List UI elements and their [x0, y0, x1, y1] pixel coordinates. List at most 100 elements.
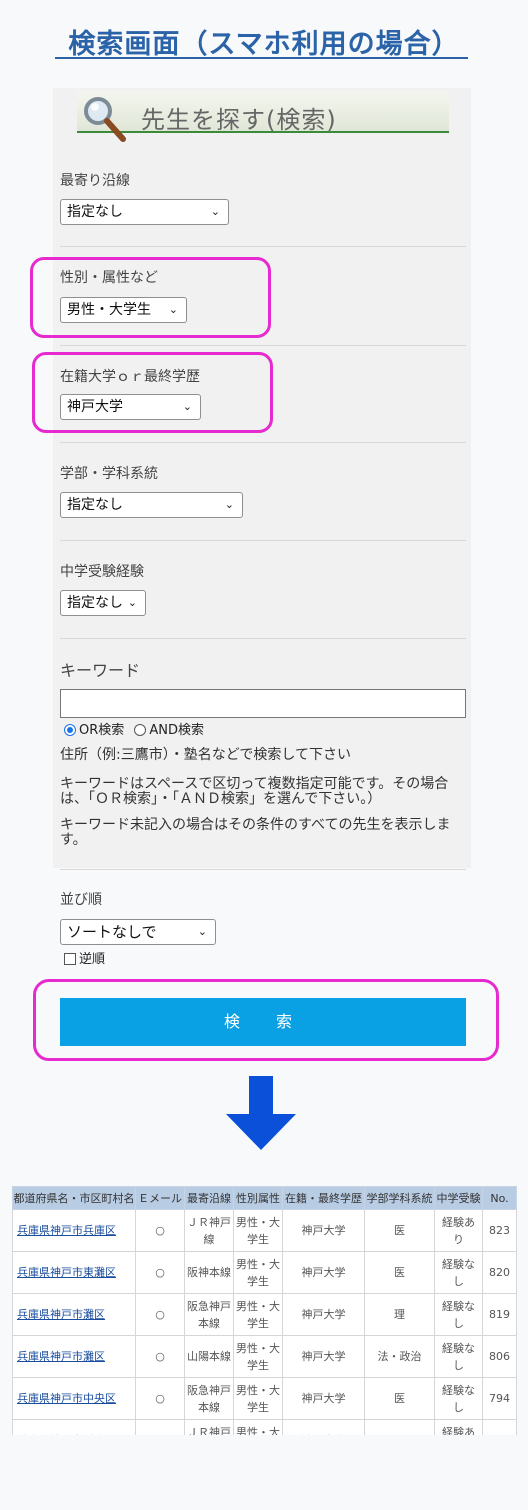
cell-location[interactable]: 兵庫県神戸市灘区	[12, 1293, 136, 1336]
table-row[interactable]: 兵庫県神戸市灘区 ○ 山陽本線 男性・大学生 神戸大学 法・政治 経験なし 806	[12, 1335, 517, 1378]
cell-exam: 経験なし	[434, 1335, 483, 1378]
exam-label: 中学受験経験	[60, 564, 144, 580]
col-header-number: No.	[482, 1186, 517, 1210]
keyword-note-address: 住所（例:三鷹市）・塾名などで検索して下さい	[60, 747, 352, 763]
cell-university: 神戸大学	[282, 1377, 365, 1420]
cell-university: 神戸大学	[282, 1209, 365, 1252]
highlight-university	[32, 352, 273, 433]
divider	[60, 246, 466, 247]
cell-location[interactable]: 兵庫県神戸市中央区	[12, 1377, 136, 1420]
keyword-note-multiple: キーワードはスペースで区切って複数指定可能です。その場合は、「ＯＲ検索」・「ＡＮ…	[60, 776, 449, 807]
cell-location[interactable]: 兵庫県神戸市兵庫区	[12, 1209, 136, 1252]
cell-line: 山陽本線	[184, 1335, 234, 1378]
cell-faculty: 理	[364, 1293, 435, 1336]
or-radio[interactable]	[64, 724, 76, 736]
page-bottom	[0, 1435, 528, 1510]
banner-title: 先生を探す(検索)	[141, 106, 337, 134]
divider	[60, 442, 466, 443]
keyword-label: キーワード	[60, 661, 141, 680]
and-radio[interactable]	[134, 724, 147, 736]
cell-number: 806	[482, 1335, 517, 1378]
keyword-input[interactable]	[60, 689, 466, 718]
cell-university: 神戸大学	[282, 1335, 365, 1378]
table-header-row: 都道府県名・市区町村名 Ｅメール 最寄沿線 性別属性 在籍・最終学歴 学部学科系…	[12, 1186, 517, 1210]
table-row[interactable]: 兵庫県神戸市兵庫区 ○ ＪＲ神戸線 男性・大学生 神戸大学医経験あり 823	[12, 1209, 517, 1252]
reverse-order-label[interactable]: 逆順	[79, 952, 105, 967]
university-label: 在籍大学ｏｒ最終学歴	[60, 369, 200, 385]
page-title: 検索画面（スマホ利用の場合）	[68, 29, 460, 60]
cell-email: ○	[135, 1293, 185, 1336]
table-row[interactable]: 兵庫県神戸市灘区 ○ 阪急神戸本線 男性・大学生 神戸大学理経験なし 819	[12, 1293, 517, 1336]
cell-university: 神戸大学	[282, 1293, 365, 1336]
cell-line: 阪急神戸本線	[184, 1377, 234, 1420]
exam-select[interactable]: 指定なし ⌄	[60, 590, 146, 616]
cell-exam: 経験なし	[434, 1377, 483, 1420]
col-header-exam: 中学受験	[434, 1186, 483, 1210]
sort-select[interactable]: ソートなしで ⌄	[60, 919, 216, 945]
gender-label: 性別・属性など	[60, 270, 158, 286]
chevron-down-icon: ⌄	[197, 925, 207, 938]
gender-select[interactable]: 男性・大学生 ⌄	[60, 297, 187, 323]
cell-location[interactable]: 兵庫県神戸市東灘区	[12, 1251, 136, 1294]
cell-faculty: 医	[364, 1251, 435, 1294]
cell-number: 823	[482, 1209, 517, 1252]
line-select[interactable]: 指定なし ⌄	[60, 199, 229, 225]
results-table: 都道府県名・市区町村名 Ｅメール 最寄沿線 性別属性 在籍・最終学歴 学部学科系…	[12, 1186, 517, 1462]
chevron-down-icon: ⌄	[182, 400, 192, 413]
cell-email: ○	[135, 1209, 185, 1252]
cell-email: ○	[135, 1377, 185, 1420]
cell-university: 神戸大学	[282, 1251, 365, 1294]
reverse-order-checkbox[interactable]	[64, 953, 76, 965]
university-select-value: 神戸大学	[67, 399, 123, 415]
arrow-down-icon	[226, 1076, 296, 1150]
table-row[interactable]: 兵庫県神戸市中央区 ○ 阪急神戸本線 男性・大学生 神戸大学医経験なし 794	[12, 1377, 517, 1420]
divider	[60, 638, 466, 639]
divider	[60, 869, 466, 870]
university-select[interactable]: 神戸大学 ⌄	[60, 394, 201, 420]
cell-gender: 男性・大学生	[233, 1209, 283, 1252]
faculty-select-value: 指定なし	[67, 497, 123, 513]
and-radio-label[interactable]: AND検索	[149, 723, 204, 738]
cell-gender: 男性・大学生	[233, 1377, 283, 1420]
sort-select-value: ソートなしで	[67, 923, 157, 941]
cell-line: ＪＲ神戸線	[184, 1209, 234, 1252]
magnifier-icon	[84, 97, 126, 142]
cell-gender: 男性・大学生	[233, 1335, 283, 1378]
chevron-down-icon: ⌄	[168, 303, 178, 316]
or-radio-label[interactable]: OR検索	[79, 723, 124, 738]
cell-exam: 経験なし	[434, 1293, 483, 1336]
line-label: 最寄り沿線	[60, 173, 130, 189]
cell-location[interactable]: 兵庫県神戸市灘区	[12, 1335, 136, 1378]
title-underline	[55, 57, 468, 59]
faculty-select[interactable]: 指定なし ⌄	[60, 492, 243, 518]
chevron-down-icon: ⌄	[210, 205, 220, 218]
keyword-note-empty: キーワード未記入の場合はその条件のすべての先生を表示します。	[60, 817, 451, 848]
divider	[60, 345, 466, 346]
search-mode-group: OR検索 AND検索	[64, 719, 204, 738]
cell-faculty: 医	[364, 1377, 435, 1420]
table-row[interactable]: 兵庫県神戸市東灘区 ○ 阪神本線 男性・大学生 神戸大学医経験なし 820	[12, 1251, 517, 1294]
cell-exam: 経験あり	[434, 1209, 483, 1252]
reverse-order-row: 逆順	[64, 948, 105, 967]
col-header-university: 在籍・最終学歴	[282, 1186, 365, 1210]
cell-email: ○	[135, 1251, 185, 1294]
cell-gender: 男性・大学生	[233, 1251, 283, 1294]
cell-number: 794	[482, 1377, 517, 1420]
cell-line: 阪神本線	[184, 1251, 234, 1294]
sort-label: 並び順	[60, 892, 102, 908]
col-header-email: Ｅメール	[135, 1186, 185, 1210]
line-select-value: 指定なし	[67, 204, 123, 220]
col-header-gender: 性別属性	[233, 1186, 283, 1210]
search-button[interactable]: 検 索	[60, 998, 466, 1046]
col-header-faculty: 学部学科系統	[364, 1186, 435, 1210]
cell-number: 820	[482, 1251, 517, 1294]
col-header-location: 都道府県名・市区町村名	[12, 1186, 136, 1210]
cell-email: ○	[135, 1335, 185, 1378]
cell-faculty: 法・政治	[364, 1335, 435, 1378]
faculty-label: 学部・学科系統	[60, 466, 158, 482]
chevron-down-icon: ⌄	[224, 498, 234, 511]
gender-select-value: 男性・大学生	[67, 302, 151, 318]
cell-number: 819	[482, 1293, 517, 1336]
cell-exam: 経験なし	[434, 1251, 483, 1294]
chevron-down-icon: ⌄	[127, 596, 137, 609]
